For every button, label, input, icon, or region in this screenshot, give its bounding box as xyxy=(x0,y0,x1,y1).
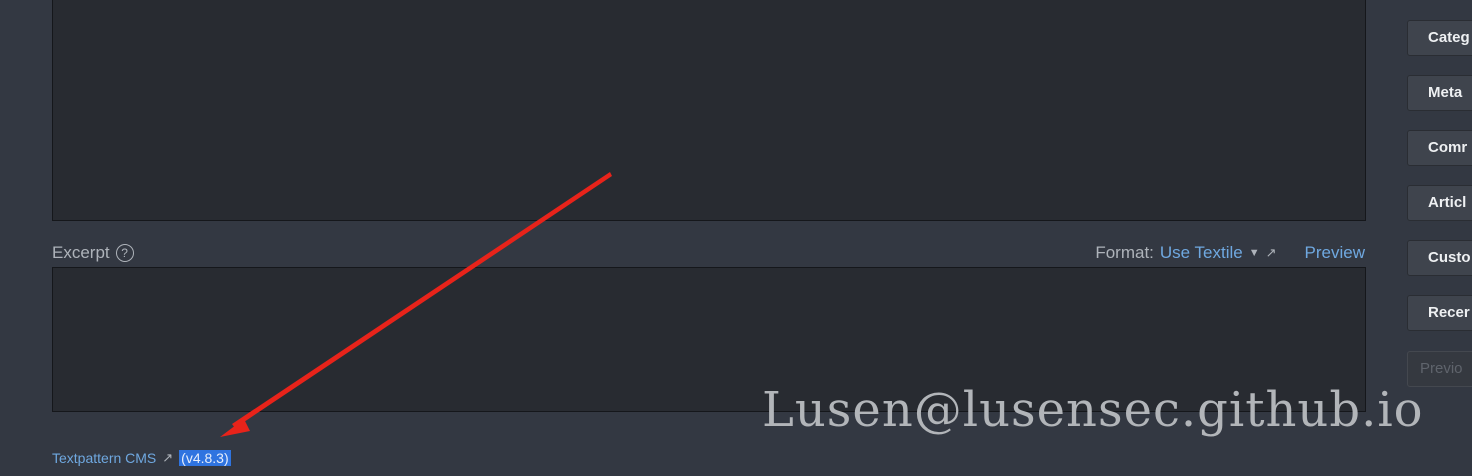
sidebar-button-article[interactable]: Articl xyxy=(1407,185,1472,221)
chevron-down-icon[interactable]: ▼ xyxy=(1249,247,1260,259)
external-link-icon[interactable]: ↗ xyxy=(162,450,173,466)
excerpt-label-text: Excerpt xyxy=(52,243,110,262)
sidebar-button-recent[interactable]: Recer xyxy=(1407,295,1472,331)
sidebar-button-custom[interactable]: Custo xyxy=(1407,240,1472,276)
textpattern-cms-link[interactable]: Textpattern CMS xyxy=(52,450,156,466)
preview-link[interactable]: Preview xyxy=(1305,243,1365,263)
format-dropdown[interactable]: Use Textile xyxy=(1160,243,1243,263)
help-icon[interactable]: ? xyxy=(115,244,134,262)
format-label: Format: xyxy=(1095,243,1154,262)
sidebar-button-comments[interactable]: Comr xyxy=(1407,130,1472,166)
version-label: (v4.8.3) xyxy=(179,450,231,466)
external-link-icon[interactable]: ↗ xyxy=(1266,245,1277,261)
format-selector: Format: Use Textile ▼ ↗ Preview xyxy=(1095,243,1365,263)
footer: Textpattern CMS ↗ (v4.8.3) xyxy=(52,450,231,466)
sidebar-button-meta[interactable]: Meta xyxy=(1407,75,1472,111)
excerpt-label: Excerpt ? xyxy=(52,243,134,263)
body-textarea[interactable] xyxy=(52,0,1366,221)
sidebar-button-categories[interactable]: Categ xyxy=(1407,20,1472,56)
watermark: Lusen@lusensec.github.io xyxy=(762,382,1424,438)
